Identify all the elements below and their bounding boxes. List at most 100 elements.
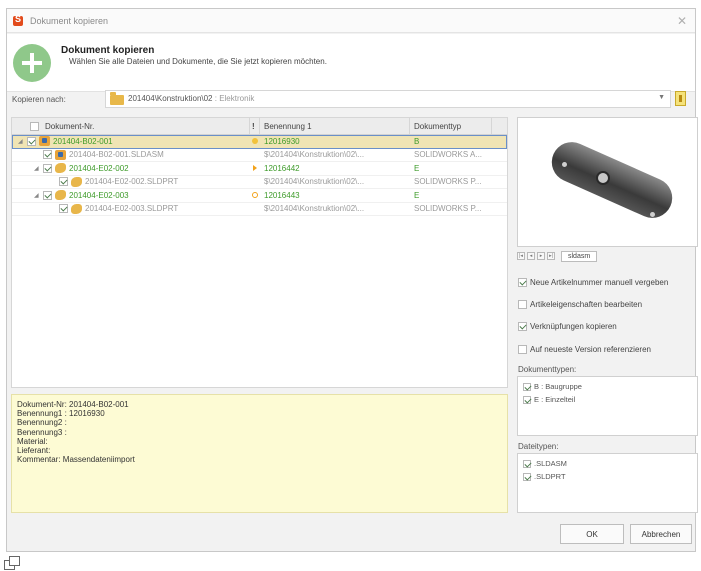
file-types-list: .SLDASM .SLDPRT (517, 453, 698, 513)
reference-latest-version-checkbox[interactable] (518, 345, 527, 354)
info-line: Lieferant: (17, 446, 51, 456)
document-type-cell: E (414, 190, 420, 200)
info-line: Material: (17, 436, 48, 446)
part-icon (55, 190, 66, 201)
part-icon (71, 203, 82, 214)
document-type-label: E : Einzelteil (534, 395, 576, 404)
target-path-dropdown[interactable]: 201404\Konstruktion\02 : Elektronik ▼ (105, 90, 671, 108)
last-tab-button[interactable]: ▸| (547, 252, 555, 260)
document-number-cell[interactable]: 201404-B02-001.SLDASM (12, 149, 250, 162)
document-type-checkbox[interactable] (523, 382, 531, 391)
column-benennung[interactable]: Benennung 1 (260, 118, 410, 134)
info-line: Benennung2 : (17, 418, 67, 428)
option-reference-latest-version[interactable]: Auf neueste Version referenzieren (518, 345, 651, 354)
info-line: Kommentar: Massendateniimport (17, 455, 135, 465)
document-type-label: B : Baugruppe (534, 382, 582, 391)
window-title: Dokument kopieren (30, 15, 109, 26)
browse-folder-button[interactable] (675, 91, 686, 106)
document-type-item[interactable]: E : Einzelteil (523, 393, 692, 406)
status-flag-icon (252, 192, 258, 199)
file-type-item[interactable]: .SLDPRT (523, 470, 692, 483)
row-checkbox[interactable] (59, 177, 68, 187)
benennung-cell: $\201404\Konstruktion\02\... (264, 150, 365, 160)
row-checkbox[interactable] (43, 163, 52, 173)
row-checkbox[interactable] (59, 204, 68, 214)
flag-cell (250, 203, 260, 216)
grid-body: ◢ 201404-B02-001 12016930 B 201404-B02-001.S… (12, 135, 507, 216)
option-copy-links[interactable]: Verknüpfungen kopieren (518, 322, 617, 331)
copy-links-checkbox[interactable] (518, 322, 527, 331)
column-document-number[interactable]: Dokument-Nr. (12, 118, 250, 134)
benennung-cell: 12016443 (264, 190, 300, 200)
file-type-checkbox[interactable] (523, 459, 531, 468)
column-flag[interactable]: ! (250, 118, 260, 134)
file-type-checkbox[interactable] (523, 472, 531, 481)
ok-button[interactable]: OK (560, 524, 624, 544)
file-type-item[interactable]: .SLDASM (523, 457, 692, 470)
table-row[interactable]: 201404-E02-003.SLDPRT $\201404\Konstrukti… (12, 203, 507, 216)
chevron-down-icon[interactable]: ▼ (658, 94, 665, 101)
document-types-list: B : Baugruppe E : Einzelteil (517, 376, 698, 436)
tree-expander-icon[interactable]: ◢ (18, 138, 23, 145)
document-grid: Dokument-Nr. ! Benennung 1 Dokumenttyp ◢… (11, 117, 508, 388)
header-title: Dokument kopieren (61, 45, 155, 56)
file-types-label: Dateitypen: (518, 442, 559, 451)
document-number-text: 201404-E02-003.SLDPRT (85, 204, 179, 214)
document-type-item[interactable]: B : Baugruppe (523, 380, 692, 393)
option-new-article-number[interactable]: Neue Artikelnummer manuell vergeben (518, 278, 668, 287)
row-checkbox[interactable] (43, 150, 52, 160)
document-number-cell[interactable]: ◢ 201404-E02-003 (12, 189, 250, 202)
tree-expander-icon[interactable]: ◢ (34, 192, 39, 199)
column-label-benennung: Benennung 1 (264, 121, 312, 131)
table-row[interactable]: 201404-B02-001.SLDASM $\201404\Konstrukti… (12, 149, 507, 162)
document-type-cell: SOLIDWORKS P... (414, 204, 482, 214)
select-all-checkbox[interactable] (30, 121, 39, 131)
prev-tab-button[interactable]: ◂ (527, 252, 535, 260)
grid-header: Dokument-Nr. ! Benennung 1 Dokumenttyp (12, 118, 507, 135)
column-document-type[interactable]: Dokumenttyp (410, 118, 492, 134)
benennung-cell: 12016930 (264, 136, 300, 146)
table-row[interactable]: ◢ 201404-E02-002 12016442 E (12, 162, 507, 176)
document-number-cell[interactable]: ◢ 201404-E02-002 (12, 162, 250, 175)
title-bar: Dokument kopieren ✕ (7, 9, 695, 33)
document-number-cell[interactable]: 201404-E02-003.SLDPRT (12, 203, 250, 216)
preview-tabs: |◂ ◂ ▸ ▸| sldasm (517, 250, 598, 262)
status-flag-icon (253, 165, 257, 172)
file-type-label: .SLDPRT (534, 472, 566, 481)
document-type-cell: B (414, 136, 420, 146)
document-number-cell[interactable]: 201404-E02-002.SLDPRT (12, 176, 250, 189)
info-line: Dokument-Nr: 201404-B02-001 (17, 400, 129, 409)
document-types-label: Dokumenttypen: (518, 365, 577, 374)
cancel-button[interactable]: Abbrechen (630, 524, 692, 544)
restore-window-icon[interactable] (4, 555, 20, 570)
part-hole (562, 162, 567, 167)
document-info-panel: Dokument-Nr: 201404-B02-001 Benennung1 :… (11, 394, 508, 513)
option-label: Neue Artikelnummer manuell vergeben (530, 278, 669, 287)
table-row[interactable]: 201404-E02-002.SLDPRT $\201404\Konstrukti… (12, 176, 507, 189)
new-article-number-checkbox[interactable] (518, 278, 527, 287)
dialog-header: Dokument kopieren Wählen Sie alle Dateie… (7, 34, 695, 92)
row-checkbox[interactable] (27, 136, 36, 146)
document-type-checkbox[interactable] (523, 395, 531, 404)
tree-expander-icon[interactable]: ◢ (34, 165, 39, 172)
edit-article-properties-checkbox[interactable] (518, 300, 527, 309)
part-thumbnail (545, 135, 679, 225)
table-row[interactable]: ◢ 201404-E02-003 12016443 E (12, 189, 507, 203)
option-edit-article-properties[interactable]: Artikeleigenschaften bearbeiten (518, 300, 642, 309)
row-checkbox[interactable] (43, 190, 52, 200)
flag-cell (250, 149, 260, 162)
copy-to-row: Kopieren nach: 201404\Konstruktion\02 : … (0, 90, 701, 110)
target-path-suffix: : Elektronik (214, 94, 255, 103)
model-preview (517, 117, 698, 247)
column-label-document-type: Dokumenttyp (414, 121, 462, 131)
document-number-cell[interactable]: ◢ 201404-B02-001 (12, 135, 250, 148)
column-label-document-number: Dokument-Nr. (45, 121, 95, 131)
next-tab-button[interactable]: ▸ (537, 252, 545, 260)
tab-sldasm[interactable]: sldasm (561, 250, 598, 262)
close-icon[interactable]: ✕ (677, 14, 687, 28)
document-number-text: 201404-B02-001 (53, 136, 113, 146)
first-tab-button[interactable]: |◂ (517, 252, 525, 260)
file-type-label: .SLDASM (534, 459, 567, 468)
table-row[interactable]: ◢ 201404-B02-001 12016930 B (12, 135, 507, 149)
document-type-cell: E (414, 163, 420, 173)
